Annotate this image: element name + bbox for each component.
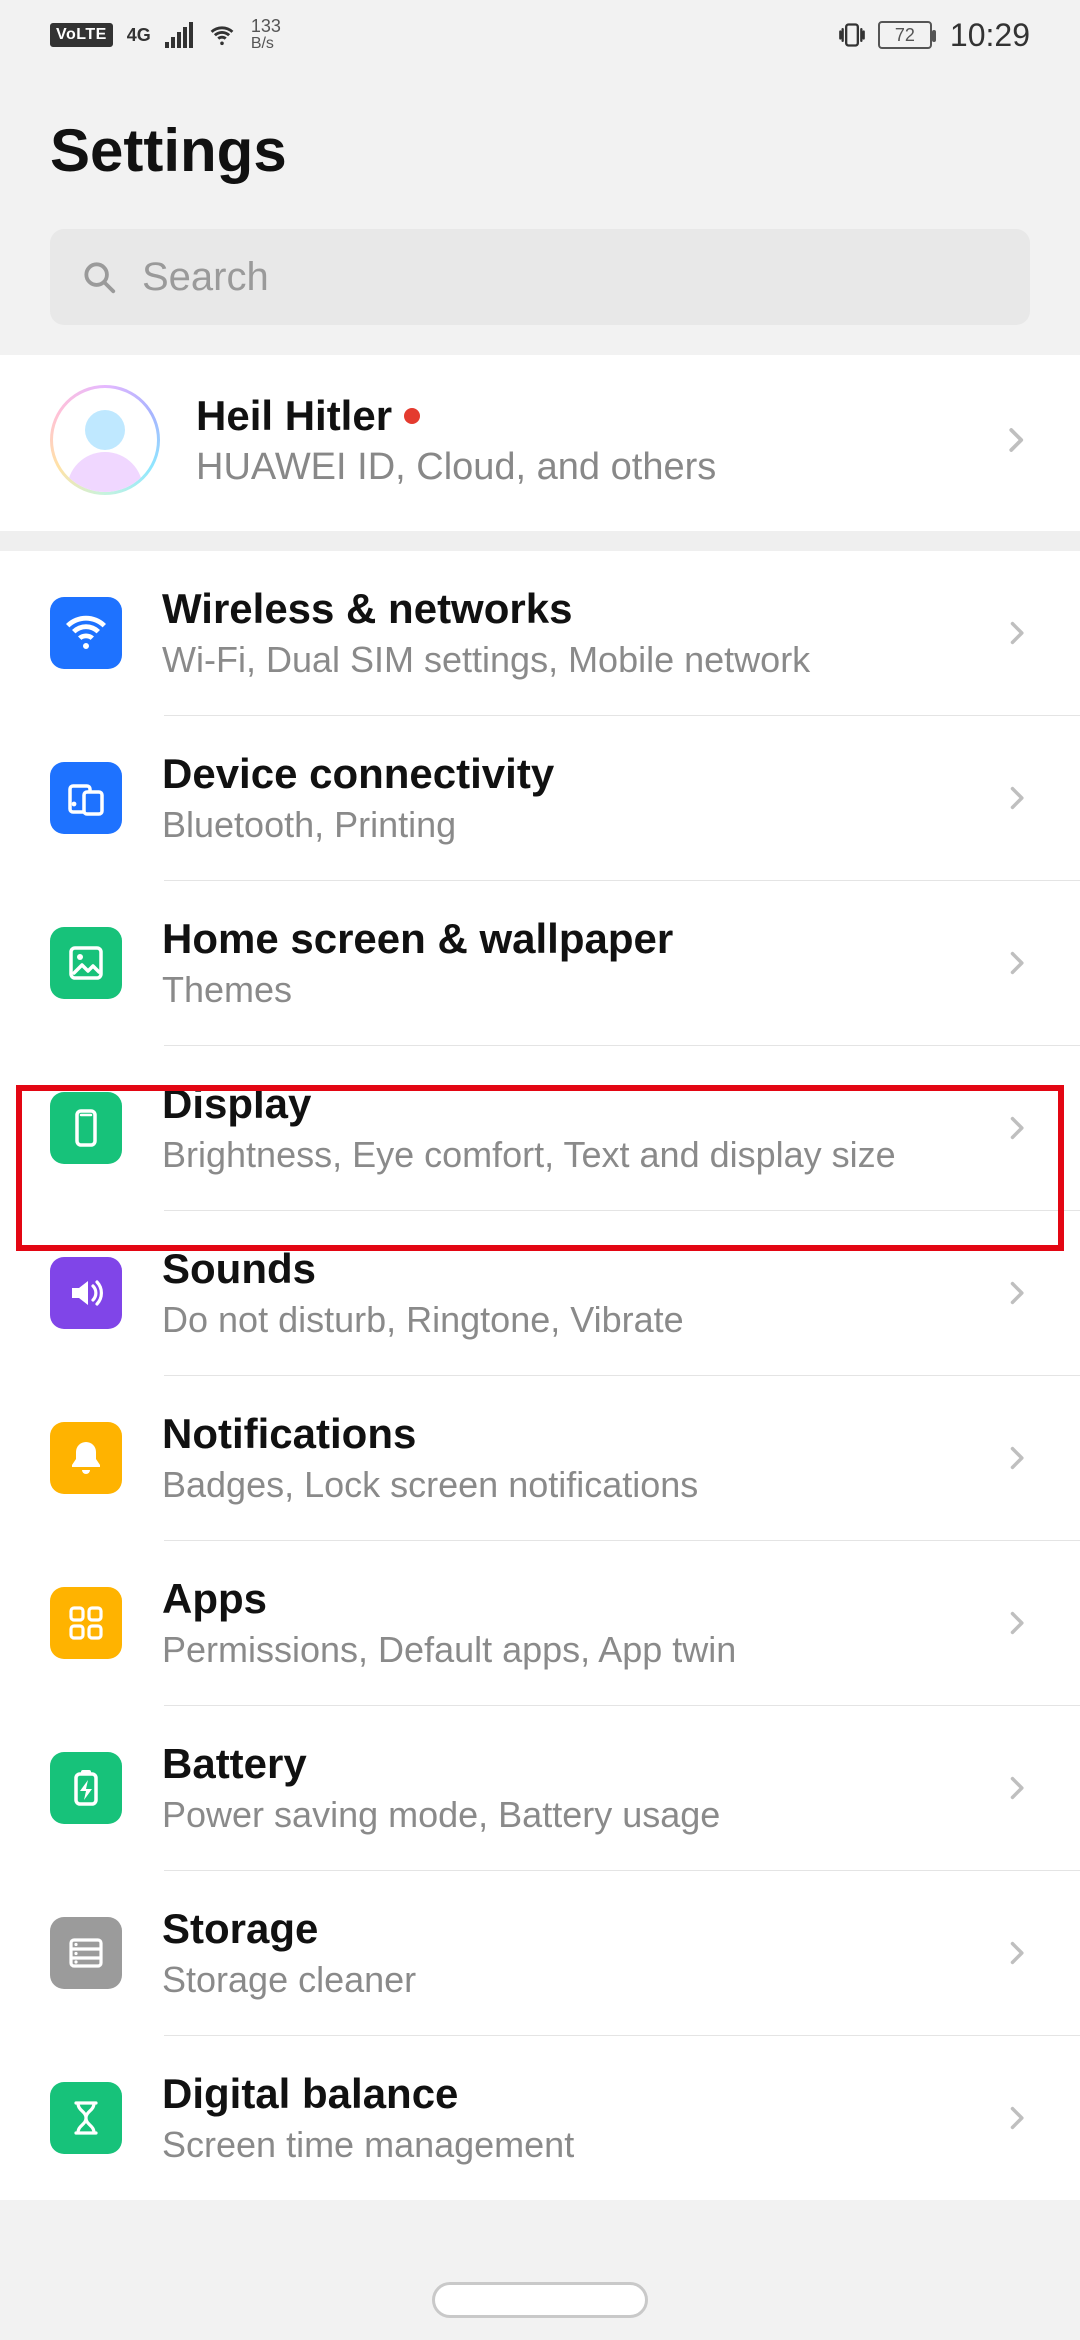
settings-item-device[interactable]: Device connectivity Bluetooth, Printing <box>0 716 1080 880</box>
bell-icon <box>50 1422 122 1494</box>
home-indicator[interactable] <box>432 2282 648 2318</box>
settings-item-notif[interactable]: Notifications Badges, Lock screen notifi… <box>0 1376 1080 1540</box>
hourglass-icon <box>50 2082 122 2154</box>
settings-item-subtitle: Badges, Lock screen notifications <box>162 1464 962 1506</box>
status-bar: VoLTE 4G 133 B/s 72 10:29 <box>0 0 1080 70</box>
chevron-right-icon <box>1002 1271 1030 1315</box>
settings-item-home[interactable]: Home screen & wallpaper Themes <box>0 881 1080 1045</box>
sound-icon <box>50 1257 122 1329</box>
storage-icon <box>50 1917 122 1989</box>
chevron-right-icon <box>1002 611 1030 655</box>
settings-item-apps[interactable]: Apps Permissions, Default apps, App twin <box>0 1541 1080 1705</box>
settings-item-display[interactable]: Display Brightness, Eye comfort, Text an… <box>0 1046 1080 1210</box>
settings-list: Wireless & networks Wi-Fi, Dual SIM sett… <box>0 551 1080 2200</box>
settings-item-subtitle: Wi-Fi, Dual SIM settings, Mobile network <box>162 639 962 681</box>
profile-subtitle: HUAWEI ID, Cloud, and others <box>196 446 964 489</box>
settings-item-subtitle: Brightness, Eye comfort, Text and displa… <box>162 1134 962 1176</box>
chevron-right-icon <box>1002 2096 1030 2140</box>
volte-badge: VoLTE <box>50 23 113 47</box>
settings-item-subtitle: Screen time management <box>162 2124 962 2166</box>
settings-item-subtitle: Bluetooth, Printing <box>162 804 962 846</box>
search-bar[interactable] <box>50 229 1030 325</box>
image-icon <box>50 927 122 999</box>
badge-dot-icon <box>404 408 420 424</box>
settings-item-subtitle: Do not disturb, Ringtone, Vibrate <box>162 1299 962 1341</box>
chevron-right-icon <box>1002 1931 1030 1975</box>
chevron-right-icon <box>1002 776 1030 820</box>
signal-strength-icon <box>165 22 193 48</box>
battery-indicator: 72 <box>878 21 932 49</box>
grid-icon <box>50 1587 122 1659</box>
settings-item-battery[interactable]: Battery Power saving mode, Battery usage <box>0 1706 1080 1870</box>
devices-icon <box>50 762 122 834</box>
settings-item-title: Wireless & networks <box>162 585 962 633</box>
network-gen-label: 4G <box>127 28 151 42</box>
settings-item-storage[interactable]: Storage Storage cleaner <box>0 1871 1080 2035</box>
chevron-right-icon <box>1002 1766 1030 1810</box>
settings-item-subtitle: Themes <box>162 969 962 1011</box>
phone-icon <box>50 1092 122 1164</box>
chevron-right-icon <box>1002 1106 1030 1150</box>
settings-item-title: Home screen & wallpaper <box>162 915 962 963</box>
settings-item-title: Device connectivity <box>162 750 962 798</box>
vibrate-icon <box>838 21 866 49</box>
page-header: Settings <box>0 70 1080 229</box>
data-rate-label: 133 B/s <box>251 17 281 53</box>
settings-item-digital[interactable]: Digital balance Screen time management <box>0 2036 1080 2200</box>
profile-row[interactable]: Heil Hitler HUAWEI ID, Cloud, and others <box>0 355 1080 531</box>
chevron-right-icon <box>1002 1601 1030 1645</box>
chevron-right-icon <box>1000 416 1030 464</box>
profile-name: Heil Hitler <box>196 392 964 440</box>
wifi-icon <box>50 597 122 669</box>
clock-label: 10:29 <box>950 17 1030 54</box>
settings-item-sounds[interactable]: Sounds Do not disturb, Ringtone, Vibrate <box>0 1211 1080 1375</box>
avatar <box>50 385 160 495</box>
settings-item-wireless[interactable]: Wireless & networks Wi-Fi, Dual SIM sett… <box>0 551 1080 715</box>
settings-item-subtitle: Storage cleaner <box>162 1959 962 2001</box>
settings-item-title: Apps <box>162 1575 962 1623</box>
settings-item-title: Notifications <box>162 1410 962 1458</box>
settings-item-title: Battery <box>162 1740 962 1788</box>
chevron-right-icon <box>1002 1436 1030 1480</box>
settings-item-title: Digital balance <box>162 2070 962 2118</box>
settings-item-title: Storage <box>162 1905 962 1953</box>
settings-item-title: Sounds <box>162 1245 962 1293</box>
page-title: Settings <box>50 116 1030 185</box>
chevron-right-icon <box>1002 941 1030 985</box>
settings-item-title: Display <box>162 1080 962 1128</box>
search-input[interactable] <box>142 255 1000 300</box>
battery-icon <box>50 1752 122 1824</box>
settings-item-subtitle: Power saving mode, Battery usage <box>162 1794 962 1836</box>
settings-item-subtitle: Permissions, Default apps, App twin <box>162 1629 962 1671</box>
search-icon <box>80 258 118 296</box>
wifi-icon <box>207 23 237 47</box>
